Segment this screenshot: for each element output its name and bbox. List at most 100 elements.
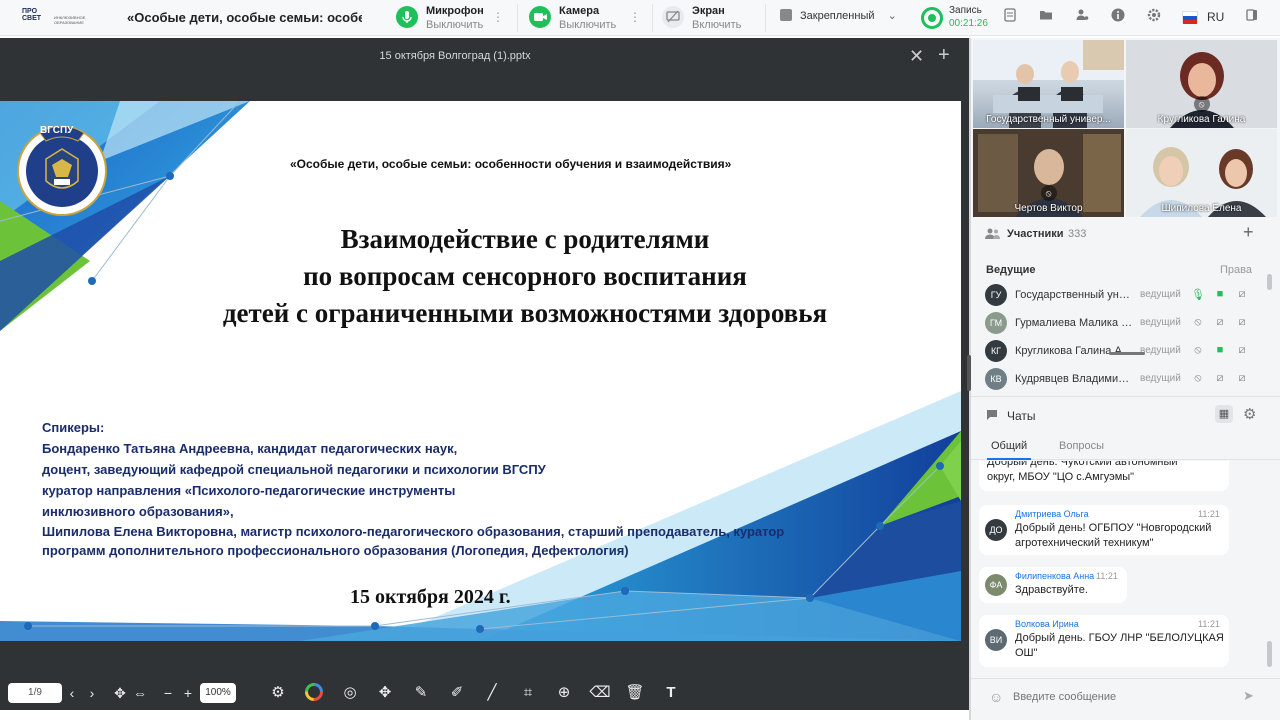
send-icon[interactable]: ➤ [1243,688,1254,704]
slide-background-graphic [0,101,961,641]
rights-label: Права [1220,264,1252,276]
trash-icon[interactable]: 🗑 [624,682,646,704]
chat-bubble-icon [986,409,998,424]
camera-label: Камера [559,5,600,17]
presentation-viewer: 15 октября Волгоград (1).pptx ✕ + ВГСПУ … [0,38,969,710]
slide-title: Взаимодействие с родителями по вопросам … [120,221,930,332]
avatar: ГУ [985,284,1007,306]
screen-share-off-icon[interactable]: ⧄ [1235,288,1249,301]
university-emblem-icon: ВГСПУ [16,119,108,219]
screen-action: Включить [692,19,742,31]
record-icon [921,7,943,29]
participant-row[interactable]: ГМ Гурмалиева Малика З... ведущий ⦸ ⧄ ⧄ [985,312,1255,334]
add-participant-icon[interactable]: + [1243,222,1254,243]
mic-action: Выключить [426,19,484,31]
slide-title-line: детей с ограниченными возможностями здор… [222,298,828,328]
settings-icon[interactable]: ⚙ [267,682,289,704]
exit-icon[interactable] [1242,7,1262,27]
add-tab-icon[interactable]: + [938,44,950,67]
participant-role: ведущий [1140,373,1181,384]
participants-count: 333 [1068,228,1087,240]
camera-off-icon[interactable]: ⧄ [1213,372,1227,385]
avatar: КВ [985,368,1007,390]
chat-layout-icon[interactable]: ▦ [1215,405,1233,423]
target-icon[interactable]: ⊕ [553,682,575,704]
screen-label: Экран [692,5,725,17]
top-bar: ПРО СВЕТ ИНКЛЮЗИВНОЕ ОБРАЗОВАНИЕ «Особые… [0,0,1280,36]
marker-icon[interactable]: ✐ [446,682,468,704]
move-icon[interactable]: ✥ [374,682,396,704]
message-input[interactable] [1013,687,1243,707]
folder-icon[interactable] [1036,7,1056,27]
video-tile[interactable]: ⦸ Кругликова Галина [1126,40,1277,128]
muted-mic-icon[interactable]: ⦸ [1191,372,1205,385]
video-tile[interactable]: ⦸ Чертов Виктор [973,129,1124,217]
zoom-in-icon[interactable]: + [178,683,198,703]
notes-icon[interactable] [1000,7,1020,27]
participant-row[interactable]: ГУ Государственный уни... ведущий 🎙 ■ ⧄ [985,284,1255,306]
avatar: ГМ [985,312,1007,334]
mic-options-icon[interactable]: ⋮ [492,10,504,24]
layout-label: Закрепленный [800,10,875,22]
brush-icon[interactable]: ✎ [410,682,432,704]
zoom-level[interactable]: 100% [200,683,236,703]
slide-speakers: Спикеры: Бондаренко Татьяна Андреевна, к… [42,417,784,560]
video-tile[interactable]: Шипилова Елена [1126,129,1277,217]
app-logo: ПРО СВЕТ ИНКЛЮЗИВНОЕ ОБРАЗОВАНИЕ [22,8,104,30]
chat-settings-icon[interactable]: ⚙ [1243,405,1256,423]
logo-subtext: ИНКЛЮЗИВНОЕ ОБРАЗОВАНИЕ [54,15,86,25]
side-panel: Государственный универ... ⦸ Кругликова Г… [971,38,1280,720]
text-tool-icon[interactable]: T [660,682,682,704]
color-picker-icon[interactable] [303,682,325,704]
microphone-icon[interactable]: 🎙 [1191,288,1205,301]
screen-share-off-icon[interactable]: ⧄ [1235,372,1249,385]
participant-role: ведущий [1140,317,1181,328]
fit-width-icon[interactable]: ✥ [110,683,130,703]
people-icon [985,228,1001,243]
muted-mic-icon[interactable]: ⦸ [1191,344,1205,357]
gear-icon[interactable] [1144,7,1164,27]
chats-title: Чаты [1007,409,1036,423]
close-icon[interactable]: ✕ [909,46,924,67]
page-indicator[interactable]: 1/9 [8,683,62,703]
emoji-icon[interactable]: ☺ [989,689,1003,705]
prev-page-icon[interactable]: ‹ [62,683,82,703]
speakers-line: куратор направления «Психолого-педагогич… [42,483,456,498]
language-selector[interactable]: RU [1207,10,1224,24]
recording-time: 00:21:26 [949,18,988,29]
layout-selector[interactable]: Закрепленный ⌄ [780,9,897,22]
participant-name: Кудрявцев Владимир ... [1015,373,1133,385]
users-settings-icon[interactable] [1072,7,1092,27]
participant-row[interactable]: КВ Кудрявцев Владимир ... ведущий ⦸ ⧄ ⧄ [985,368,1255,390]
russia-flag-icon [1182,11,1198,24]
chats-header[interactable]: Чаты ▦ ⚙ [971,396,1280,432]
camera-icon[interactable]: ■ [1213,344,1227,356]
next-page-icon[interactable]: › [82,683,102,703]
chat-input-bar: ☺ ➤ [971,678,1280,714]
screen-share-off-icon[interactable]: ⧄ [1235,344,1249,357]
tab-general[interactable]: Общий [986,440,1032,460]
file-name: 15 октября Волгоград (1).pptx [379,50,531,62]
camera-off-icon[interactable]: ⧄ [1213,316,1227,329]
conference-title: «Особые дети, особые семьи: особенн... [127,10,362,25]
video-name: Шипилова Елена [1161,203,1242,214]
screen-share-off-icon[interactable]: ⧄ [1235,316,1249,329]
eraser-icon[interactable]: ⌫ [589,682,611,704]
participant-role: ведущий [1140,289,1181,300]
tab-questions[interactable]: Вопросы [1059,440,1104,452]
info-icon[interactable] [1108,7,1128,27]
camera-icon[interactable]: ■ [1213,288,1227,300]
crop-icon[interactable]: ⌗ [517,682,539,704]
panel-resize-handle[interactable] [1109,352,1145,355]
muted-mic-icon[interactable]: ⦸ [1191,316,1205,329]
camera-options-icon[interactable]: ⋮ [629,10,641,24]
video-tile[interactable]: Государственный универ... [973,40,1124,128]
participants-scrollbar[interactable] [1267,274,1272,290]
zoom-out-icon[interactable]: − [158,683,178,703]
pen-icon[interactable]: ╱ [481,682,503,704]
chevron-down-icon: ⌄ [887,10,897,22]
pointer-icon[interactable]: ◎ [339,682,361,704]
participant-row[interactable]: КГ Кругликова Галина Ал... ведущий ⦸ ■ ⧄ [985,340,1255,362]
participants-header[interactable]: Участники 333 + [971,218,1280,248]
fit-page-icon[interactable]: ⇔ [130,683,150,703]
